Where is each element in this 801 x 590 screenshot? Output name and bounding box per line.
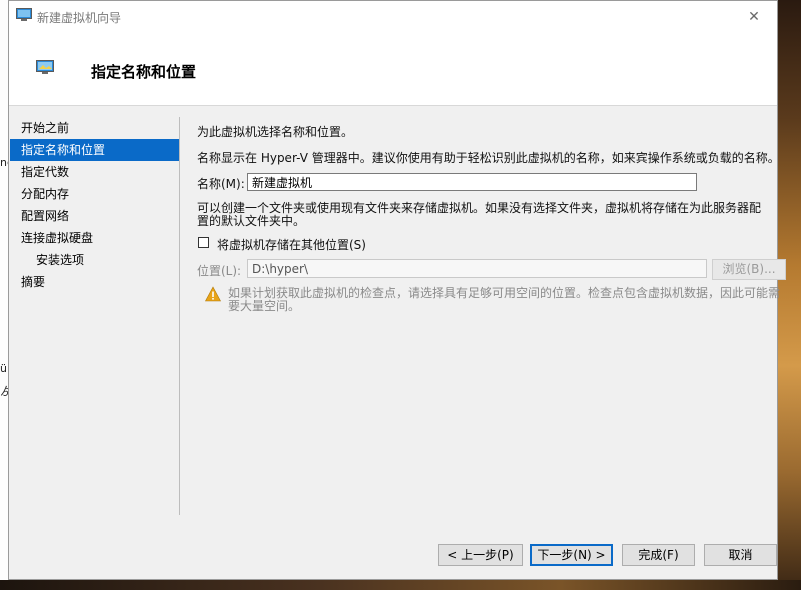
nav-item-networking[interactable]: 配置网络 — [10, 205, 180, 227]
nav-item-name-and-location[interactable]: 指定名称和位置 — [10, 139, 180, 161]
page-title: 指定名称和位置 — [91, 63, 197, 81]
nav-item-before-you-begin[interactable]: 开始之前 — [10, 117, 180, 139]
name-input[interactable] — [247, 173, 697, 191]
nav-item-installation-options[interactable]: 安装选项 — [10, 249, 180, 271]
previous-button[interactable]: < 上一步(P) — [438, 544, 523, 566]
monitor-icon — [36, 60, 54, 74]
name-label: 名称(M): — [197, 177, 245, 191]
desktop-taskbar-edge — [0, 580, 801, 590]
title-bar: 新建虚拟机向导 ✕ — [9, 1, 777, 32]
nav-item-generation[interactable]: 指定代数 — [10, 161, 180, 183]
window-title: 新建虚拟机向导 — [37, 11, 122, 25]
wizard-header: 指定名称和位置 — [9, 32, 777, 106]
monitor-icon — [16, 8, 32, 21]
checkpoint-warning-text: 如果计划获取此虚拟机的检查点，请选择具有足够可用空间的位置。检查点包含虚拟机数据… — [228, 286, 781, 313]
store-elsewhere-label[interactable]: 将虚拟机存储在其他位置(S) — [217, 236, 366, 253]
cancel-button[interactable]: 取消 — [704, 544, 777, 566]
intro-text: 为此虚拟机选择名称和位置。 — [197, 125, 354, 139]
location-input[interactable] — [247, 259, 707, 278]
close-button[interactable]: ✕ — [731, 1, 777, 32]
close-icon: ✕ — [748, 8, 760, 25]
browse-button[interactable]: 浏览(B)... — [712, 259, 786, 280]
store-elsewhere-checkbox[interactable] — [198, 237, 209, 248]
name-hint-text: 名称显示在 Hyper-V 管理器中。建议你使用有助于轻松识别此虚拟机的名称，如… — [197, 151, 780, 165]
new-vm-wizard-window: 新建虚拟机向导 ✕ 指定名称和位置 开始之前 指定名称和位置 指定代数 分配内存… — [8, 0, 786, 580]
warning-icon — [205, 286, 221, 302]
wizard-steps-nav: 开始之前 指定名称和位置 指定代数 分配内存 配置网络 连接虚拟硬盘 安装选项 … — [10, 117, 180, 293]
location-label: 位置(L): — [197, 264, 242, 278]
next-button[interactable]: 下一步(N) > — [530, 544, 613, 566]
folder-hint-text: 可以创建一个文件夹或使用现有文件夹来存储虚拟机。如果没有选择文件夹，虚拟机将存储… — [197, 201, 762, 228]
nav-item-summary[interactable]: 摘要 — [10, 271, 180, 293]
nav-item-virtual-hard-disk[interactable]: 连接虚拟硬盘 — [10, 227, 180, 249]
nav-divider — [179, 117, 180, 515]
finish-button[interactable]: 完成(F) — [622, 544, 695, 566]
nav-item-memory[interactable]: 分配内存 — [10, 183, 180, 205]
